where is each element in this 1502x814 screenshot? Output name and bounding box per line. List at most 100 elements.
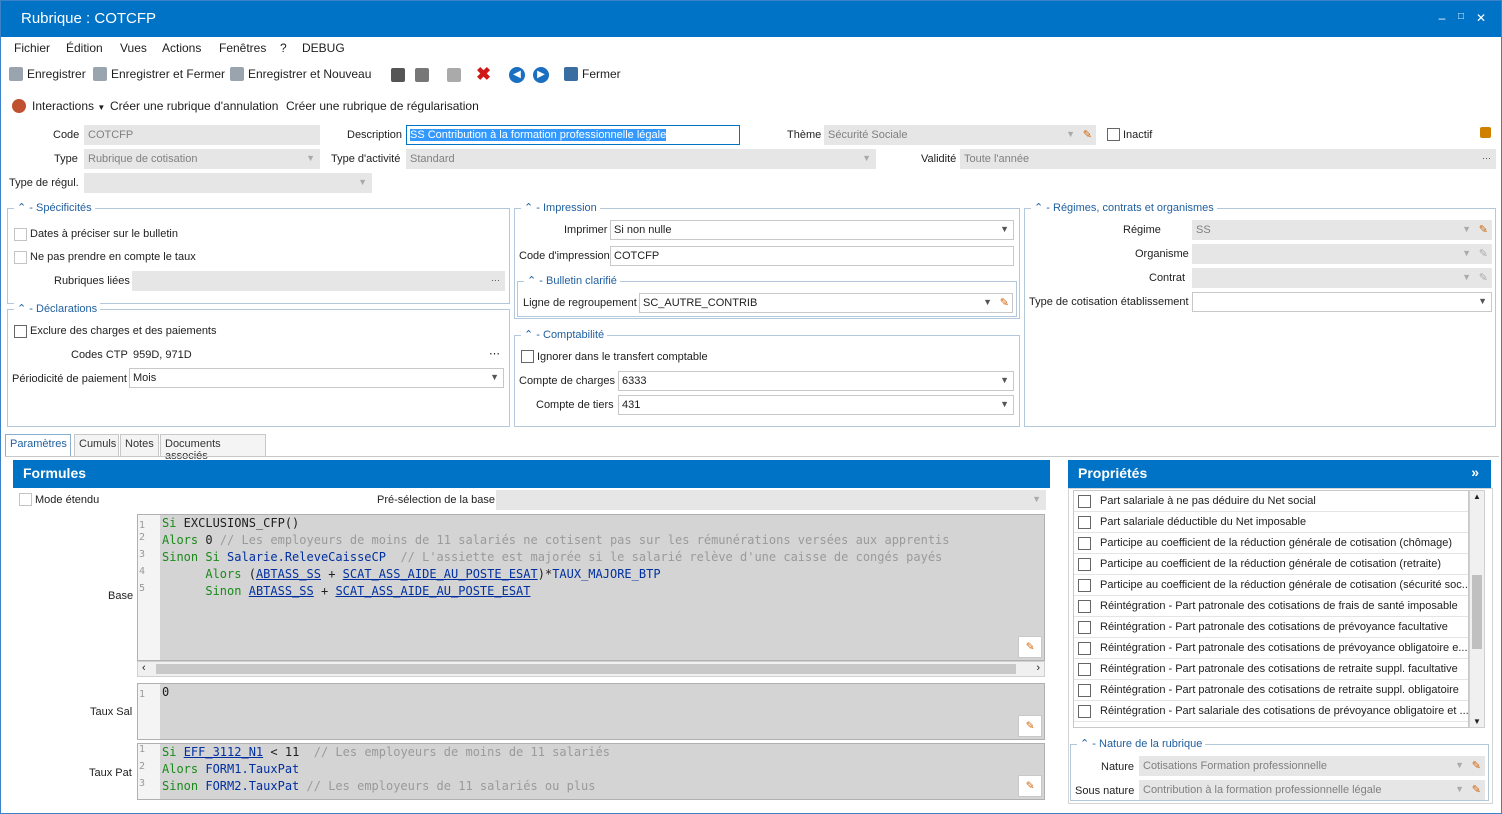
scroll-right-icon[interactable]: › [1036,662,1040,674]
nature-select[interactable]: Cotisations Formation professionnelle ▼ ✎ [1139,756,1485,776]
property-checkbox[interactable] [1078,621,1091,634]
list-item[interactable]: Part salariale déductible du Net imposab… [1074,512,1468,533]
property-checkbox[interactable] [1078,537,1091,550]
property-checkbox[interactable] [1078,495,1091,508]
menu-fenetres[interactable]: Fenêtres [219,41,266,55]
close-icon[interactable]: ✕ [1473,11,1489,25]
ignore-checkbox[interactable] [521,350,534,363]
inactive-checkbox[interactable] [1107,128,1120,141]
vertical-scrollbar[interactable]: ▲ ▼ [1469,490,1485,728]
edit-formula-icon[interactable]: ✎ [1018,775,1042,797]
minimize-icon[interactable]: – [1434,11,1450,25]
period-select[interactable]: Mois ▼ [129,368,504,388]
property-checkbox[interactable] [1078,558,1091,571]
edit-icon[interactable]: ✎ [1479,271,1488,284]
delete-icon[interactable]: ✖ [476,64,491,85]
print-icon[interactable] [391,68,405,82]
theme-select[interactable]: Sécurité Sociale ▼ ✎ [824,125,1096,145]
edit-formula-icon[interactable]: ✎ [1018,636,1042,658]
close-button[interactable]: Fermer [564,67,621,81]
create-regul-button[interactable]: Créer une rubrique de régularisation [286,99,479,113]
activity-select[interactable]: Standard ▼ [406,149,876,169]
code-field[interactable]: COTCFP [84,125,320,145]
property-checkbox[interactable] [1078,642,1091,655]
lock-icon[interactable] [1480,127,1491,138]
extended-checkbox[interactable] [19,493,32,506]
scroll-thumb[interactable] [1472,575,1482,649]
menu-edition[interactable]: Édition [66,41,103,55]
scroll-down-icon[interactable]: ▼ [1473,717,1481,726]
list-item[interactable]: Part salariale à ne pas déduire du Net s… [1074,491,1468,512]
base-editor[interactable]: 1 2 3 4 5 Si EXCLUSIONS_CFP() Alors 0 //… [137,514,1045,661]
edit-icon[interactable]: ✎ [1000,296,1009,309]
bulletin-title[interactable]: ⌃ - Bulletin clarifié [524,274,620,287]
contract-select[interactable]: ▼ ✎ [1192,268,1492,288]
tiers-select[interactable]: 431 ▼ [618,395,1014,415]
decl-title[interactable]: ⌃ - Déclarations [14,302,101,315]
horizontal-scrollbar[interactable]: ‹ › [137,661,1045,677]
tpat-editor[interactable]: 123 Si EFF_3112_N1 < 11 // Les employeur… [137,743,1045,800]
list-item[interactable]: Participe au coefficient de la réduction… [1074,533,1468,554]
collapse-panel-icon[interactable]: » [1471,464,1479,480]
scroll-thumb[interactable] [156,664,1016,674]
print-select[interactable]: Si non nulle ▼ [610,220,1014,240]
property-checkbox[interactable] [1078,684,1091,697]
property-checkbox[interactable] [1078,705,1091,718]
list-item[interactable]: Réintégration - Part patronale des cotis… [1074,659,1468,680]
next-icon[interactable]: ▶ [533,67,549,83]
preselect-select[interactable]: ▼ [496,490,1046,510]
specs-title[interactable]: ⌃ - Spécificités [14,201,95,214]
menu-debug[interactable]: DEBUG [302,41,345,55]
group-line-select[interactable]: SC_AUTRE_CONTRIB ▼ ✎ [639,293,1013,313]
tab-documents[interactable]: Documents associés [160,434,266,462]
ellipsis-icon[interactable]: ⋯ [489,347,500,360]
save-new-button[interactable]: Enregistrer et Nouveau [230,67,371,81]
etab-select[interactable]: ▼ [1192,292,1492,312]
save-button[interactable]: Enregistrer [9,67,86,81]
tab-notes[interactable]: Notes [120,434,159,456]
edit-icon[interactable]: ✎ [1479,247,1488,260]
list-item[interactable]: Réintégration - Part patronale des cotis… [1074,617,1468,638]
menu-fichier[interactable]: Fichier [14,41,50,55]
edit-icon[interactable]: ✎ [1472,783,1481,796]
dates-checkbox[interactable] [14,228,27,241]
description-input[interactable]: SS Contribution à la formation professio… [406,125,740,145]
list-item[interactable]: Participe au coefficient de la réduction… [1074,575,1468,596]
edit-icon[interactable]: ✎ [1479,223,1488,236]
copy-icon[interactable] [447,68,461,82]
org-select[interactable]: ▼ ✎ [1192,244,1492,264]
list-item[interactable]: Réintégration - Part patronale des cotis… [1074,680,1468,701]
sub-nature-select[interactable]: Contribution à la formation professionne… [1139,780,1485,800]
scroll-up-icon[interactable]: ▲ [1473,492,1481,501]
exclude-checkbox[interactable] [14,325,27,338]
create-cancel-button[interactable]: Créer une rubrique d'annulation [110,99,278,113]
nature-title[interactable]: ⌃ - Nature de la rubrique [1077,737,1206,750]
property-checkbox[interactable] [1078,516,1091,529]
ellipsis-icon[interactable]: ⋯ [1482,153,1491,164]
edit-icon[interactable]: ✎ [1472,759,1481,772]
ellipsis-icon[interactable]: ⋯ [491,275,500,286]
compta-title[interactable]: ⌃ - Comptabilité [521,328,608,341]
list-item[interactable]: Participe au coefficient de la réduction… [1074,554,1468,575]
menu-vues[interactable]: Vues [120,41,147,55]
property-checkbox[interactable] [1078,600,1091,613]
type-select[interactable]: Rubrique de cotisation ▼ [84,149,320,169]
edit-formula-icon[interactable]: ✎ [1018,715,1042,737]
menu-actions[interactable]: Actions [162,41,201,55]
scroll-left-icon[interactable]: ‹ [142,662,146,674]
maximize-icon[interactable]: □ [1453,11,1469,22]
previous-icon[interactable]: ◀ [509,67,525,83]
regimes-title[interactable]: ⌃ - Régimes, contrats et organismes [1031,201,1217,214]
list-item[interactable]: Réintégration - Part patronale des cotis… [1074,638,1468,659]
list-item[interactable]: Réintégration - Part patronale des cotis… [1074,596,1468,617]
edit-icon[interactable]: ✎ [1083,128,1092,141]
list-item[interactable]: Réintégration - Part salariale des cotis… [1074,701,1468,722]
linked-field[interactable]: ⋯ [132,271,505,291]
tsal-editor[interactable]: 1 0 ✎ [137,683,1045,740]
tab-cumuls[interactable]: Cumuls [74,434,119,456]
regul-select[interactable]: ▼ [84,173,372,193]
tab-parametres[interactable]: Paramètres [5,434,71,456]
validity-field[interactable]: Toute l'année ⋯ [960,149,1496,169]
no-rate-checkbox[interactable] [14,251,27,264]
print-code-input[interactable]: COTCFP [610,246,1014,266]
